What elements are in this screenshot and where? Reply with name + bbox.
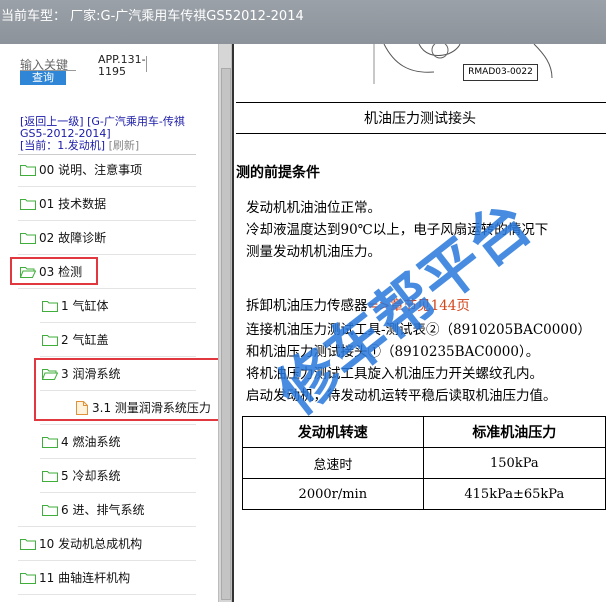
table-header-cell: 发动机转速 — [242, 416, 424, 448]
section-heading: 测的前提条件 — [236, 165, 320, 181]
breadcrumb: [返回上一级] [G-广汽乘用车-传祺GS5-2012-2014] [当前：1.… — [20, 116, 206, 152]
folder-icon — [20, 538, 36, 550]
table-cell: 150kPa — [422, 447, 606, 479]
folder-icon — [42, 436, 58, 448]
folder-icon — [42, 300, 58, 312]
doc-line: 发动机机油油位正常。 — [246, 200, 381, 216]
left-nav-pane: 输入关键 查询 APP.131-1195 [返回上一级] [G-广汽乘用车-传祺… — [0, 44, 218, 602]
tree-item-label: 11 曲轴连杆机构 — [39, 571, 131, 585]
table-cell: 2000r/min — [242, 478, 424, 510]
tree-item-label: 01 技术数据 — [39, 197, 107, 211]
folder-icon — [20, 232, 36, 244]
tree-item-intake-exhaust[interactable]: 6 进、排气系统 — [42, 493, 144, 526]
window-titlebar: 当前车型： 厂家:G-广汽乘用车传祺GS52012-2014 — [0, 0, 606, 44]
tree-item-label: 4 燃油系统 — [61, 435, 121, 449]
tree-item-label: 1 气缸体 — [61, 299, 109, 313]
tree-item-11[interactable]: 11 曲轴连杆机构 — [20, 561, 130, 594]
window-title: 当前车型： 厂家:G-广汽乘用车传祺GS52012-2014 — [1, 9, 304, 24]
table-cell: 415kPa±65kPa — [422, 478, 606, 510]
table-row: 2000r/min 415kPa±65kPa — [242, 478, 606, 510]
tree-item-cylinder-block[interactable]: 1 气缸体 — [42, 289, 108, 322]
folder-icon — [42, 504, 58, 516]
doc-line: 测量发动机机油压力。 — [246, 244, 381, 260]
tree-item-label: 2 气缸盖 — [61, 333, 109, 347]
tree-item-label: 02 故障诊断 — [39, 231, 107, 245]
folder-icon — [42, 334, 58, 346]
document-title: 机油压力测试接头 — [364, 111, 476, 127]
query-button[interactable]: 查询 — [20, 71, 66, 85]
scrollbar-thumb[interactable] — [221, 68, 231, 600]
table-cell: 怠速时 — [242, 447, 424, 479]
title-rule-bottom — [236, 133, 606, 134]
tree-item-cooling[interactable]: 5 冷却系统 — [42, 459, 120, 492]
pane-splitter-scrollbar[interactable] — [218, 44, 232, 602]
folder-icon — [42, 470, 58, 482]
tree-item-10[interactable]: 10 发动机总成机构 — [20, 527, 142, 560]
app-id-label: APP.131-1195 — [98, 53, 146, 78]
table-header-row: 发动机转速 标准机油压力 — [242, 416, 606, 448]
folder-icon — [20, 572, 36, 584]
tree-item-01[interactable]: 01 技术数据 — [20, 187, 106, 220]
row-divider — [18, 594, 196, 595]
figure-label: RMAD03-0022 — [463, 64, 538, 81]
highlight-box — [10, 257, 98, 285]
tree-item-label: 10 发动机总成机构 — [39, 537, 143, 551]
tree-item-label: 5 冷却系统 — [61, 469, 121, 483]
tree-item-02[interactable]: 02 故障诊断 — [20, 221, 106, 254]
folder-icon — [20, 198, 36, 210]
folder-icon — [20, 164, 36, 176]
document-viewer[interactable]: RMAD03-0022 机油压力测试接头 测的前提条件 发动机机油油位正常。 冷… — [232, 44, 606, 602]
refresh-link[interactable]: [刷新] — [109, 139, 140, 152]
app-id-divider — [146, 56, 147, 72]
table-header-cell: 标准机油压力 — [422, 416, 606, 448]
tree-item-label: 6 进、排气系统 — [61, 503, 145, 517]
spec-table: 发动机转速 标准机油压力 怠速时 150kPa 2000r/min 415kPa… — [242, 416, 606, 510]
current-location: [当前：1.发动机] — [20, 139, 106, 152]
title-rule-top — [236, 102, 606, 103]
tree-item-fuel[interactable]: 4 燃油系统 — [42, 425, 120, 458]
tree-item-00[interactable]: 00 说明、注意事项 — [20, 153, 142, 186]
tree-item-cylinder-head[interactable]: 2 气缸盖 — [42, 323, 108, 356]
highlight-box — [34, 358, 218, 421]
tree-item-label: 00 说明、注意事项 — [39, 163, 143, 177]
engine-diagram-fragment — [373, 44, 553, 84]
table-row: 怠速时 150kPa — [242, 447, 606, 479]
